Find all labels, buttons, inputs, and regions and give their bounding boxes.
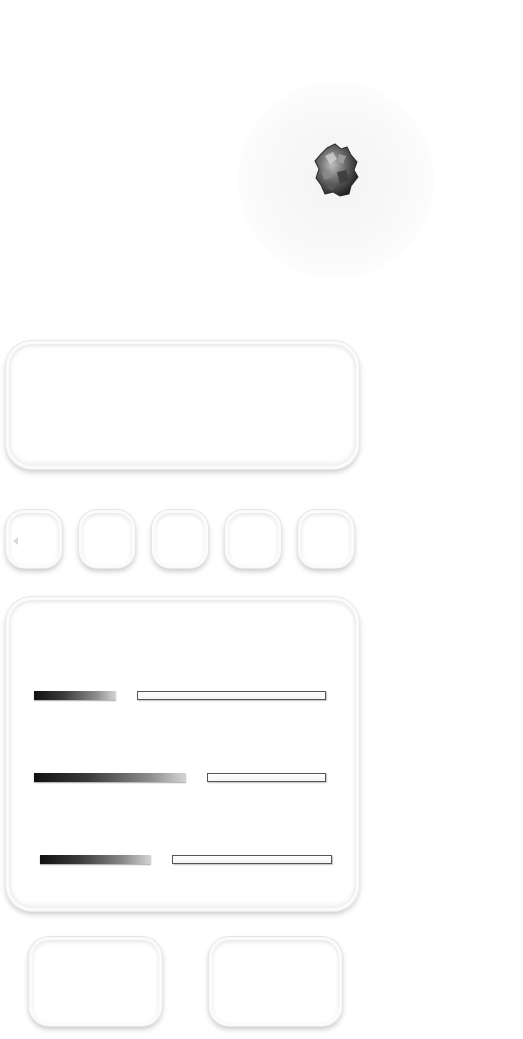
slider-1[interactable] [34,691,326,700]
arrow-left-icon [13,537,18,545]
big-button-right[interactable] [209,937,342,1026]
slider-3-thumb[interactable] [151,853,169,866]
small-button-5[interactable] [298,510,354,568]
slider-1-thumb[interactable] [116,689,134,702]
slider-2[interactable] [34,773,326,782]
slider-2-track[interactable] [207,773,326,782]
slider-3-fill [40,855,151,864]
small-button-4[interactable] [225,510,281,568]
slider-1-track[interactable] [137,691,326,700]
small-button-3[interactable] [152,510,208,568]
slider-1-fill [34,691,116,700]
small-button-2[interactable] [79,510,135,568]
small-button-1[interactable] [6,510,62,568]
display-panel [6,341,359,469]
slider-2-thumb[interactable] [186,771,204,784]
rock-icon [314,143,359,197]
slider-3-track[interactable] [172,855,332,864]
big-button-left[interactable] [29,937,162,1026]
slider-2-fill [34,773,186,782]
slider-3[interactable] [40,855,332,864]
